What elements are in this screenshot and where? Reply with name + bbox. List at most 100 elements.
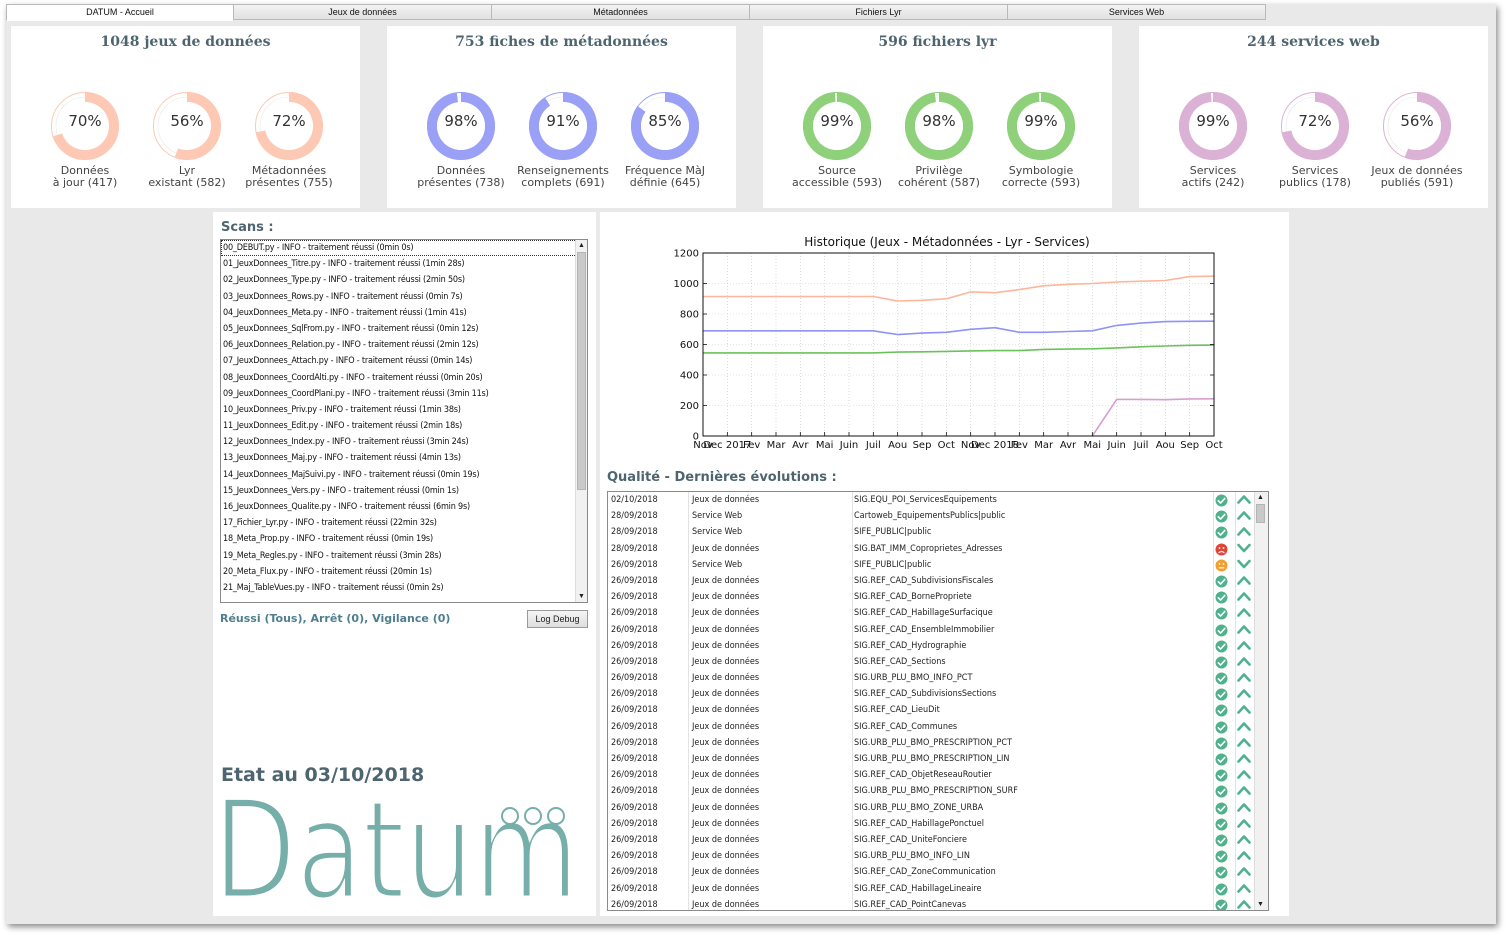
scroll-down-icon[interactable]: ▼ [576,591,587,602]
scan-row[interactable]: 17_Fichier_Lyr.py - INFO - traitement ré… [221,515,587,531]
table-row[interactable]: 26/09/2018 Jeux de données SIG.REF_CAD_Com… [608,718,1268,735]
scroll-up-icon[interactable]: ▲ [1255,492,1266,503]
scan-row[interactable]: 20_Meta_Flux.py - INFO - traitement réus… [221,564,587,580]
scan-row[interactable]: 18_Meta_Prop.py - INFO - traitement réus… [221,531,587,547]
scan-row[interactable]: 00_DEBUT.py - INFO - traitement réussi (… [221,240,587,257]
table-row[interactable]: 26/09/2018 Jeux de données SIG.REF_CAD_Sub… [608,686,1268,703]
column-separator [688,492,689,509]
table-row[interactable]: 28/09/2018 Jeux de données SIG.BAT_IMM_Cop… [608,540,1268,557]
table-row[interactable]: 26/09/2018 Jeux de données SIG.URB_PLU_BMO… [608,799,1268,816]
scroll-down-icon[interactable]: ▼ [1255,899,1266,910]
scan-row[interactable]: 09_JeuxDonnees_CoordPlani.py - INFO - tr… [221,386,587,402]
chevron-up-icon [1237,592,1251,601]
log-debug-button[interactable]: Log Debug [527,610,588,628]
cell-type: Service Web [692,511,743,522]
scans-scrollbar[interactable]: ▲ ▼ [575,240,587,602]
scans-title: Scans : [221,220,274,235]
y-tick-label: 200 [680,401,699,412]
table-row[interactable]: 26/09/2018 Jeux de données SIG.REF_CAD_Uni… [608,831,1268,849]
table-row[interactable]: 26/09/2018 Jeux de données SIG.URB_PLU_BMO… [608,783,1268,800]
qualite-table[interactable]: 02/10/2018 Jeux de données SIG.EQU_POI_Ser… [607,491,1269,911]
column-separator [852,572,853,590]
scan-row[interactable]: 04_JeuxDonnees_Meta.py - INFO - traiteme… [221,305,587,321]
scans-list[interactable]: 00_DEBUT.py - INFO - traitement réussi (… [220,239,588,603]
table-row[interactable]: 26/09/2018 Jeux de données SIG.URB_PLU_BMO… [608,751,1268,768]
scan-row[interactable]: 05_JeuxDonnees_SqlFrom.py - INFO - trait… [221,321,587,337]
gauge: 56% Jeux de données publiés (591) [1371,92,1463,192]
chevron-up-icon [1237,495,1251,504]
cell-date: 26/09/2018 [611,559,658,570]
scan-row[interactable]: 16_JeuxDonnees_Qualite.py - INFO - trait… [221,499,587,515]
table-row[interactable]: 26/09/2018 Jeux de données SIG.REF_CAD_Ens… [608,621,1268,638]
table-row[interactable]: 26/09/2018 Jeux de données SIG.REF_CAD_Hab… [608,880,1268,897]
scan-row[interactable]: 15_JeuxDonnees_Vers.py - INFO - traiteme… [221,483,587,499]
column-separator [852,524,853,541]
cell-name: SIG.REF_CAD_HabillageLineaire [854,883,982,894]
x-tick-label: Oct [938,440,955,451]
table-row[interactable]: 28/09/2018 Service Web SIFE_PUBLIC|public [608,524,1268,541]
table-row[interactable]: 28/09/2018 Service Web Cartoweb_Equipement… [608,508,1268,525]
scan-row[interactable]: 10_JeuxDonnees_Priv.py - INFO - traiteme… [221,402,587,418]
scan-row[interactable]: 21_Maj_TableVues.py - INFO - traitement … [221,580,587,596]
scroll-thumb[interactable] [577,252,586,490]
table-row[interactable]: 26/09/2018 Jeux de données SIG.REF_CAD_Bor… [608,589,1268,606]
cell-date: 26/09/2018 [611,608,658,619]
tab-jeux-de-donnees[interactable]: Jeux de données [234,4,492,20]
table-row[interactable]: 26/09/2018 Jeux de données SIG.REF_CAD_Hab… [608,815,1268,832]
tab-services-web[interactable]: Services Web [1008,4,1266,20]
chevron-up-icon [1237,754,1251,763]
status-cell [1215,899,1233,910]
cell-name: SIG.URB_PLU_BMO_PRESCRIPTION_SURF [854,786,1018,797]
scroll-thumb[interactable] [1256,504,1265,523]
gauge: 99% Symbologie correcte (593) [996,92,1086,192]
scan-row[interactable]: 03_JeuxDonnees_Rows.py - INFO - traiteme… [221,289,587,305]
table-row[interactable]: 26/09/2018 Service Web SIFE_PUBLIC|public [608,556,1268,573]
x-tick-label: Mar [1034,440,1054,451]
table-row[interactable]: 26/09/2018 Jeux de données SIG.URB_PLU_BMO… [608,670,1268,687]
scan-row[interactable]: 06_JeuxDonnees_Relation.py - INFO - trai… [221,337,587,353]
table-row[interactable]: 26/09/2018 Jeux de données SIG.REF_CAD_Hab… [608,605,1268,622]
cell-type: Jeux de données [692,705,760,716]
scroll-up-icon[interactable]: ▲ [576,240,587,251]
check-circle-icon [1215,688,1228,701]
chevron-up-icon [1237,738,1251,747]
neutral-face-icon [1215,559,1228,572]
gauge: 99% Source accessible (593) [792,92,882,192]
scan-row[interactable]: 12_JeuxDonnees_Index.py - INFO - traitem… [221,434,587,450]
chart-title: Historique (Jeux - Métadonnées - Lyr - S… [804,235,1089,249]
table-row[interactable]: 26/09/2018 Jeux de données SIG.REF_CAD_Sub… [608,572,1268,590]
card-title: 244 services web [1247,34,1380,50]
cell-type: Jeux de données [692,786,760,797]
table-row[interactable]: 26/09/2018 Jeux de données SIG.REF_CAD_Zon… [608,864,1268,881]
column-separator [688,767,689,784]
column-separator [852,556,853,573]
scan-row[interactable]: 13_JeuxDonnees_Maj.py - INFO - traitemen… [221,450,587,466]
cell-name: SIG.REF_CAD_EnsembleImmobilier [854,624,995,635]
cell-type: Jeux de données [692,656,760,667]
column-separator [1235,815,1236,832]
cell-name: SIG.EQU_POI_ServicesEquipements [854,495,997,505]
table-row[interactable]: 26/09/2018 Jeux de données SIG.URB_PLU_BMO… [608,848,1268,865]
table-row[interactable]: 26/09/2018 Jeux de données SIG.REF_CAD_Obj… [608,767,1268,784]
scan-row[interactable]: 02_JeuxDonnees_Type.py - INFO - traiteme… [221,272,587,288]
x-tick-label: Fev [1011,440,1028,451]
column-separator [1235,767,1236,784]
tab-fichiers-lyr[interactable]: Fichiers Lyr [750,4,1008,20]
table-row[interactable]: 26/09/2018 Jeux de données SIG.REF_CAD_Lie… [608,702,1268,719]
qualite-scrollbar[interactable]: ▲ ▼ [1254,492,1268,910]
tab-accueil[interactable]: DATUM - Accueil [6,4,234,21]
scan-row[interactable]: 08_JeuxDonnees_CoordAlti.py - INFO - tra… [221,370,587,386]
cell-date: 28/09/2018 [611,511,658,522]
table-row[interactable]: 26/09/2018 Jeux de données SIG.REF_CAD_Sec… [608,653,1268,671]
table-row[interactable]: 26/09/2018 Jeux de données SIG.REF_CAD_Hyd… [608,637,1268,654]
scan-row[interactable]: 01_JeuxDonnees_Titre.py - INFO - traitem… [221,256,587,272]
table-row[interactable]: 26/09/2018 Jeux de données SIG.URB_PLU_BMO… [608,734,1268,751]
tab-metadonnees[interactable]: Métadonnées [492,4,750,20]
table-row[interactable]: 26/09/2018 Jeux de données SIG.REF_CAD_Poi… [608,896,1268,910]
scan-row[interactable]: 07_JeuxDonnees_Attach.py - INFO - traite… [221,353,587,369]
scan-row[interactable]: 14_JeuxDonnees_MajSuivi.py - INFO - trai… [221,467,587,483]
scan-row[interactable]: 19_Meta_Regles.py - INFO - traitement ré… [221,548,587,564]
scan-row[interactable]: 11_JeuxDonnees_Edit.py - INFO - traiteme… [221,418,587,434]
cell-type: Jeux de données [692,592,760,603]
table-row[interactable]: 02/10/2018 Jeux de données SIG.EQU_POI_Ser… [608,492,1268,509]
